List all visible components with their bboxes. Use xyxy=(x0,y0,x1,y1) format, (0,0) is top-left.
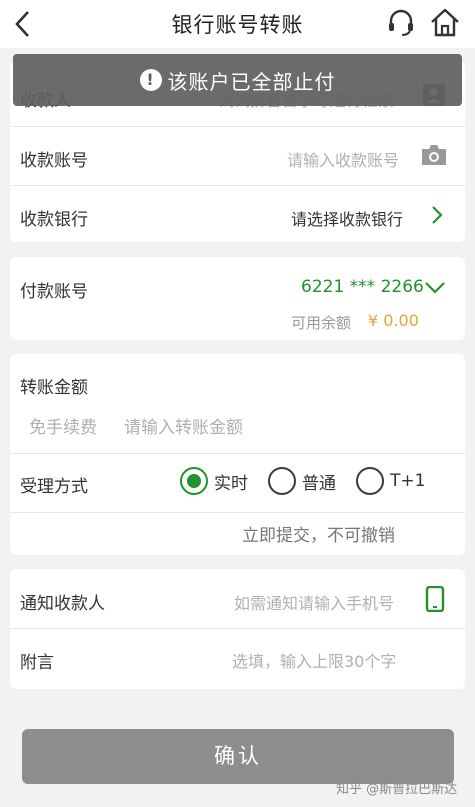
radio-unchecked-icon[interactable] xyxy=(268,467,296,495)
radio-checked-icon[interactable] xyxy=(180,467,208,495)
message-label: 附言 xyxy=(20,653,54,673)
fee-note: 免手续费 xyxy=(29,418,97,438)
method-option-t1[interactable]: T+1 xyxy=(356,467,425,495)
camera-icon[interactable] xyxy=(420,143,448,167)
payer-account-number[interactable]: 6221 *** 2266 xyxy=(301,277,424,297)
method-label: 受理方式 xyxy=(20,477,88,497)
divider xyxy=(10,453,465,454)
divider xyxy=(10,628,465,629)
method-option-normal[interactable]: 普通 xyxy=(268,467,336,495)
headset-icon[interactable] xyxy=(384,6,418,40)
amount-label: 转账金额 xyxy=(20,378,88,398)
payer-account-label: 付款账号 xyxy=(20,282,88,302)
method-option-label: 实时 xyxy=(214,473,248,494)
chevron-down-icon[interactable] xyxy=(424,281,446,295)
home-icon[interactable] xyxy=(428,6,462,40)
phone-icon[interactable] xyxy=(425,586,445,612)
chevron-right-icon[interactable] xyxy=(430,205,444,225)
amount-input[interactable]: 请输入转账金额 xyxy=(124,413,243,438)
alert-toast: ! 该账户已全部止付 xyxy=(13,54,462,106)
notify-phone-input[interactable]: 如需通知请输入手机号 xyxy=(234,590,394,614)
method-option-label: T+1 xyxy=(390,471,426,491)
payee-bank-label: 收款银行 xyxy=(20,210,88,230)
method-note: 立即提交，不可撤销 xyxy=(242,526,395,546)
balance-label: 可用余额 xyxy=(291,314,352,332)
radio-unchecked-icon[interactable] xyxy=(356,467,384,495)
method-option-realtime[interactable]: 实时 xyxy=(180,467,248,495)
message-input[interactable]: 选填，输入上限30个字 xyxy=(232,648,396,672)
notify-label: 通知收款人 xyxy=(20,594,105,614)
divider xyxy=(10,185,465,186)
payee-account-input[interactable]: 请输入收款账号 xyxy=(287,147,399,171)
alert-icon: ! xyxy=(139,69,162,91)
nav-bar: 银行账号转账 xyxy=(0,0,475,48)
method-option-label: 普通 xyxy=(302,473,336,494)
confirm-button[interactable]: 确认 xyxy=(22,729,454,784)
divider xyxy=(10,512,465,513)
divider xyxy=(10,126,465,127)
balance-value: ¥ 0.00 xyxy=(368,311,419,330)
watermark-text: 知乎 @斯普拉巴斯达 xyxy=(336,782,458,797)
payee-bank-select[interactable]: 请选择收款银行 xyxy=(291,206,403,230)
toast-message: 该账户已全部止付 xyxy=(167,69,336,94)
payee-account-label: 收款账号 xyxy=(20,151,88,171)
